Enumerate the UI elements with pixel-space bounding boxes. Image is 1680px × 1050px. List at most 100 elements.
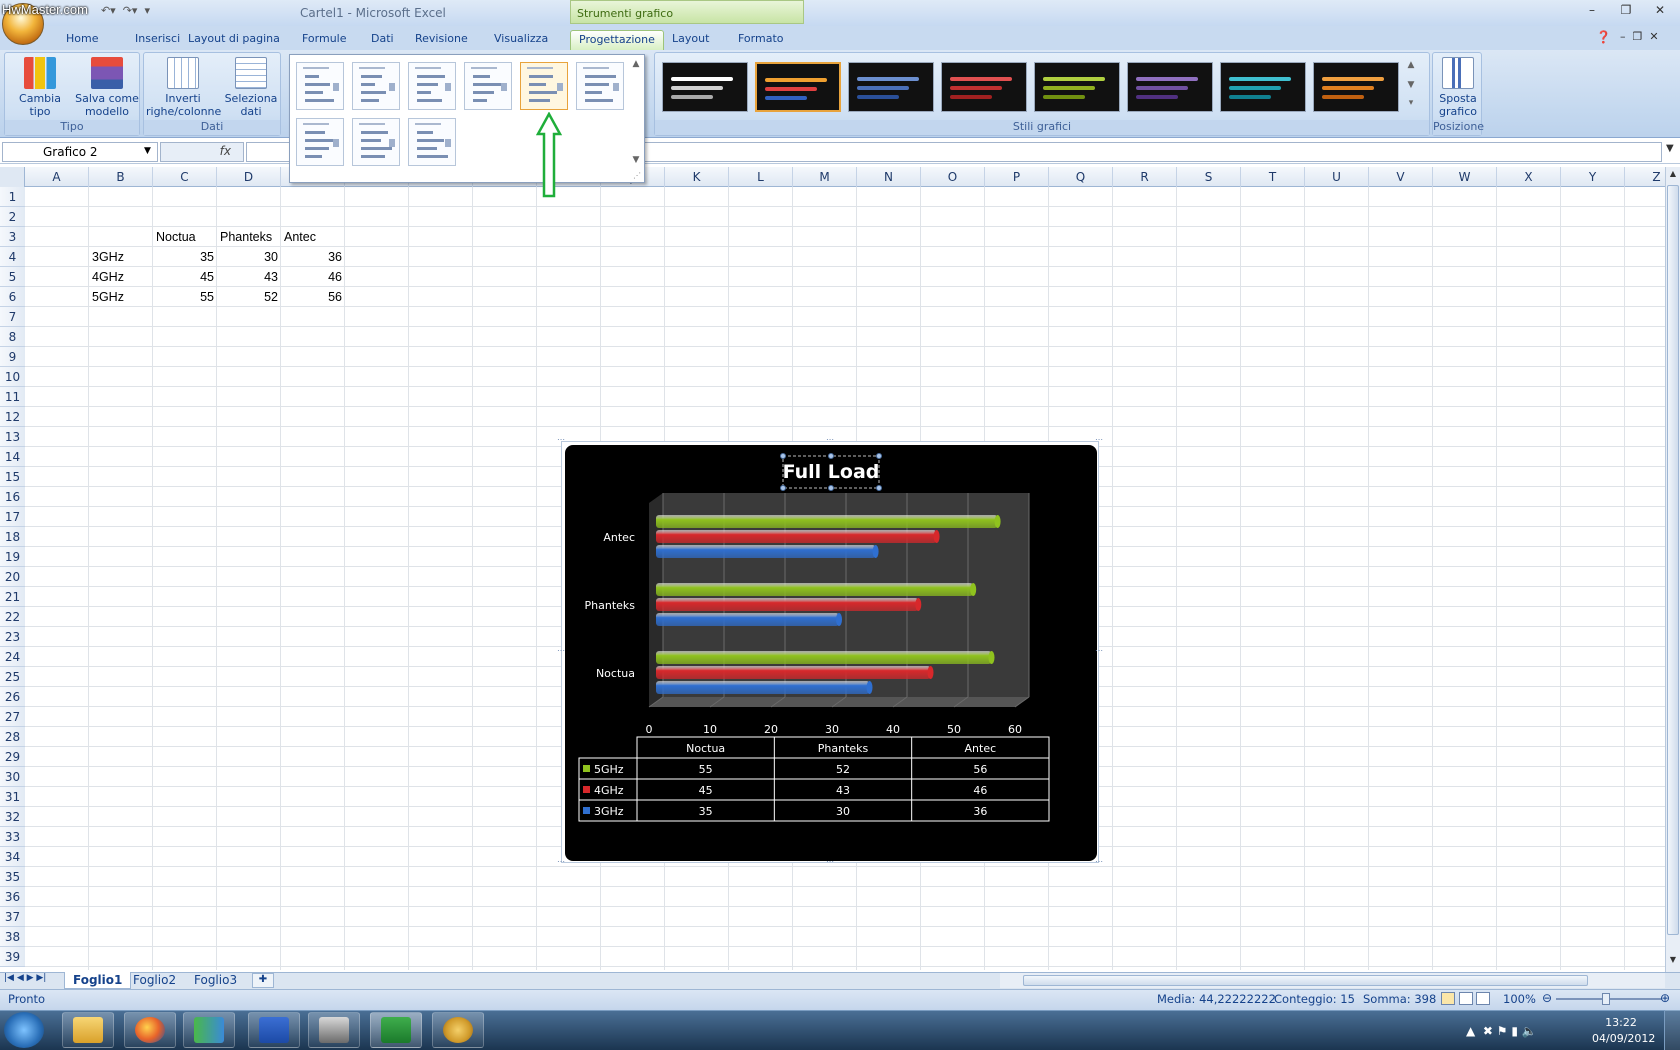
row-header-12[interactable]: 12 <box>0 407 25 427</box>
cell-header[interactable]: Noctua <box>153 227 217 247</box>
scroll-up-icon[interactable]: ▲ <box>1667 169 1679 181</box>
bar-5GHz-Noctua[interactable] <box>656 651 995 664</box>
row-header-16[interactable]: 16 <box>0 487 25 507</box>
chart-style-5[interactable] <box>1034 62 1120 112</box>
name-box-dropdown-icon[interactable]: ▼ <box>144 146 151 156</box>
title-handle[interactable] <box>828 485 834 491</box>
row-header-5[interactable]: 5 <box>0 267 25 287</box>
row-header-9[interactable]: 9 <box>0 347 25 367</box>
chart-resize-handle[interactable]: ⋯ <box>1095 647 1103 655</box>
row-header-14[interactable]: 14 <box>0 447 25 467</box>
bar-4GHz-Antec[interactable] <box>656 530 940 543</box>
redo-icon[interactable]: ↷▾ <box>123 4 138 17</box>
security-icon[interactable]: ⚑ <box>1497 1024 1508 1038</box>
cell-row-label[interactable]: 5GHz <box>89 287 153 307</box>
chart-style-6[interactable] <box>1127 62 1213 112</box>
zoom-level[interactable]: 100% <box>1503 992 1536 1006</box>
chart-style-2[interactable] <box>755 62 841 112</box>
taskbar-firefox[interactable] <box>124 1012 176 1048</box>
chart-resize-handle[interactable]: ⋯ <box>1095 436 1103 444</box>
row-header-36[interactable]: 36 <box>0 887 25 907</box>
normal-view-icon[interactable] <box>1441 992 1455 1005</box>
chart-layout-7[interactable] <box>296 118 344 166</box>
insert-function-button[interactable]: fx <box>160 142 244 162</box>
taskbar-word[interactable] <box>248 1012 300 1048</box>
row-header-23[interactable]: 23 <box>0 627 25 647</box>
taskbar-messenger[interactable] <box>183 1012 235 1048</box>
show-desktop-button[interactable] <box>1664 1010 1680 1050</box>
name-box[interactable]: Grafico 2 <box>2 142 158 162</box>
tray-icons[interactable]: ▲ ✖ ⚑ ▮ 🔈 <box>1466 1024 1537 1038</box>
view-buttons[interactable] <box>1441 992 1493 1008</box>
chart-resize-handle[interactable]: ⋯ <box>826 858 834 866</box>
row-header-20[interactable]: 20 <box>0 567 25 587</box>
row-header-21[interactable]: 21 <box>0 587 25 607</box>
layouts-scroll-down-icon[interactable]: ▼ <box>630 155 642 169</box>
ribbon-minimize-icon[interactable]: – ❐ ✕ <box>1620 30 1659 43</box>
clock[interactable]: 13:22 04/09/2012 <box>1592 1015 1655 1047</box>
row-header-18[interactable]: 18 <box>0 527 25 547</box>
column-header-V[interactable]: V <box>1369 167 1433 187</box>
chart-area[interactable]: Full Load 0 10 20 30 40 50 60 Noctua Phanteks Ante… <box>565 445 1097 861</box>
row-header-15[interactable]: 15 <box>0 467 25 487</box>
cell-row-label[interactable]: 3GHz <box>89 247 153 267</box>
column-header-N[interactable]: N <box>857 167 921 187</box>
tab-visualizza[interactable]: Visualizza <box>486 30 556 50</box>
row-header-22[interactable]: 22 <box>0 607 25 627</box>
column-header-A[interactable]: A <box>25 167 89 187</box>
row-header-39[interactable]: 39 <box>0 947 25 967</box>
minimize-icon[interactable]: – <box>1580 3 1604 21</box>
column-header-T[interactable]: T <box>1241 167 1305 187</box>
row-header-2[interactable]: 2 <box>0 207 25 227</box>
row-header-27[interactable]: 27 <box>0 707 25 727</box>
zoom-out-icon[interactable]: ⊖ <box>1542 991 1552 1005</box>
bar-4GHz-Noctua[interactable] <box>656 666 934 679</box>
cell-header[interactable]: Phanteks <box>217 227 281 247</box>
title-handle[interactable] <box>780 453 786 459</box>
help-icon[interactable]: ❓ <box>1596 30 1611 44</box>
row-header-11[interactable]: 11 <box>0 387 25 407</box>
row-header-1[interactable]: 1 <box>0 187 25 207</box>
horizontal-scroll-thumb[interactable] <box>1023 975 1588 986</box>
undo-icon[interactable]: ↶▾ <box>101 4 116 17</box>
layouts-scroll-up-icon[interactable]: ▲ <box>630 59 642 73</box>
column-header-B[interactable]: B <box>89 167 153 187</box>
chart-layout-5[interactable] <box>520 62 568 110</box>
taskbar-paint[interactable] <box>432 1012 484 1048</box>
cell-value[interactable]: 55 <box>153 287 217 307</box>
row-header-6[interactable]: 6 <box>0 287 25 307</box>
taskbar-monitor[interactable] <box>308 1012 360 1048</box>
row-header-13[interactable]: 13 <box>0 427 25 447</box>
cell-value[interactable]: 35 <box>153 247 217 267</box>
row-header-19[interactable]: 19 <box>0 547 25 567</box>
chart-resize-handle[interactable]: ⋯ <box>557 647 565 655</box>
row-header-24[interactable]: 24 <box>0 647 25 667</box>
switch-row-column-button[interactable]: Inverti righe/colonne <box>146 55 221 118</box>
row-header-31[interactable]: 31 <box>0 787 25 807</box>
chart-layout-4[interactable] <box>464 62 512 110</box>
row-header-7[interactable]: 7 <box>0 307 25 327</box>
tab-home[interactable]: Home <box>58 30 106 50</box>
close-icon[interactable]: ✕ <box>1648 3 1672 21</box>
column-header-S[interactable]: S <box>1177 167 1241 187</box>
styles-more-icon[interactable]: ▾ <box>1405 98 1417 112</box>
row-header-28[interactable]: 28 <box>0 727 25 747</box>
chart-layout-6[interactable] <box>576 62 624 110</box>
taskbar-excel[interactable] <box>370 1012 422 1048</box>
row-header-32[interactable]: 32 <box>0 807 25 827</box>
sheet-tab-foglio3[interactable]: Foglio3 <box>186 972 245 989</box>
chart-layout-2[interactable] <box>352 62 400 110</box>
chart-layouts-gallery[interactable]: ▲ ▼ ⋰ <box>289 54 645 183</box>
column-header-W[interactable]: W <box>1433 167 1497 187</box>
row-header-33[interactable]: 33 <box>0 827 25 847</box>
vertical-scroll-thumb[interactable] <box>1667 185 1679 935</box>
zoom-in-icon[interactable]: ⊕ <box>1660 991 1670 1005</box>
scroll-down-icon[interactable]: ▼ <box>1667 955 1679 967</box>
tab-layout[interactable]: Layout <box>664 30 717 50</box>
tab-inserisci[interactable]: Inserisci <box>127 30 188 50</box>
page-layout-view-icon[interactable] <box>1458 992 1473 1005</box>
tab-progettazione[interactable]: Progettazione <box>570 30 664 50</box>
chart-style-3[interactable] <box>848 62 934 112</box>
styles-scroll-down-icon[interactable]: ▼ <box>1405 80 1417 94</box>
title-handle[interactable] <box>876 485 882 491</box>
